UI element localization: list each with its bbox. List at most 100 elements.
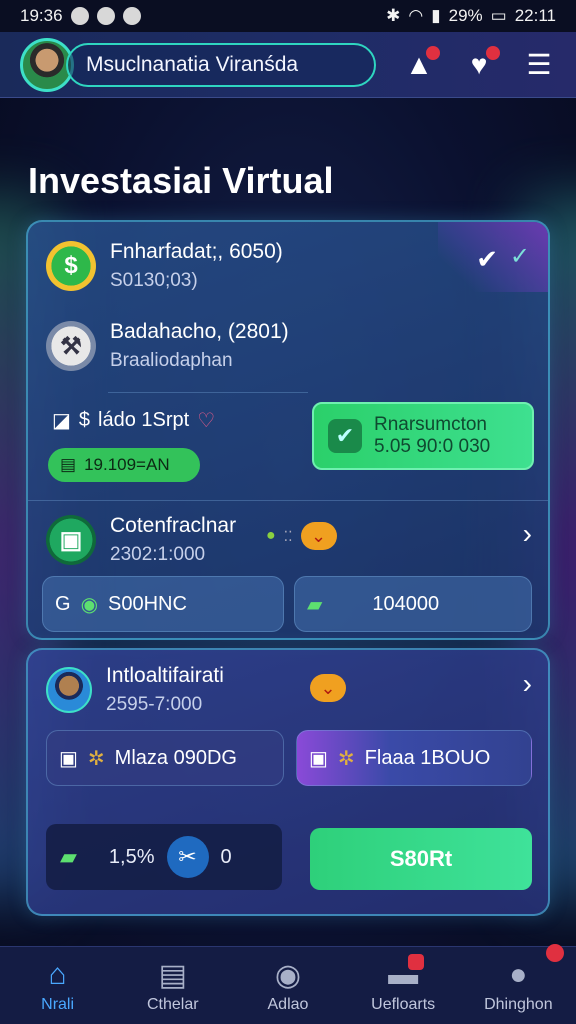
item-subtitle: Braaliodaphan [110,350,233,371]
profit-row: ◪ $ ládo 1Srpt ♡ [52,408,215,433]
tools-icon: ⚒ [46,321,96,371]
divider [28,500,548,501]
nav-item-profile[interactable]: ● Dhinghon [463,958,573,1014]
nav-label: Dhinghon [484,995,553,1013]
divider [108,392,308,393]
option-button[interactable]: ▣ ✲ Flaaa 1BOUO [296,730,532,786]
app-header: Msuclnanatia Viranśda ▲ ♥ ☰ [0,32,576,98]
option-button-label: Flaaa 1BOUO [364,746,491,769]
compass-icon: ◉ [274,958,302,992]
nav-item-home[interactable]: ⌂ Nrali [3,958,113,1014]
item-subtitle: S0130;03) [110,270,198,291]
item-title: Badahacho, (2801) [110,320,289,343]
page-title: Investasiai Virtual [28,160,334,201]
nav-label: Uefloarts [371,995,436,1013]
list-item[interactable]: ⚒ Badahacho, (2801) Braaliodaphan [46,320,289,372]
profit-pill[interactable]: ▤ 19.109=AN [48,448,200,482]
investment-card-secondary: Intloaltifairati 2595-7:000 ⌄ › ▣ ✲ Mlaz… [26,648,550,916]
notification-badge [426,45,440,60]
investment-card-primary: ✔ ✓ $ Fnharfadat;, 6050) S0130;03) ⚒ Bad… [26,220,550,640]
message-notification-icon [122,7,141,25]
bottom-nav: ⌂ Nrali ▤ Cthelar ◉ Adlao ▬ Uefloarts ● … [0,946,576,1024]
value-button[interactable]: ▰ 104000 [294,576,532,632]
value-button-label: 104000 [372,592,440,615]
amount-button[interactable]: G ◉ S00HNC [42,576,284,632]
dollar-coin-icon: $ [46,241,96,291]
status-clock: 22:11 [514,6,556,25]
location-pin-icon: ♥ [470,48,488,80]
chevron-down-icon[interactable]: ⌄ [300,522,337,550]
signal-icon: ▮ [431,6,441,25]
avatar [46,667,92,713]
document-icon: ▤ [158,958,187,992]
notification-button[interactable]: ▲ [402,45,440,82]
option-button[interactable]: ▣ ✲ Mlaza 090DG [46,730,284,786]
wallet-icon: ▤ [60,455,77,474]
nav-item-explore[interactable]: ◉ Adlao [233,958,343,1014]
gear-icon: ✲ [337,747,355,770]
battery-level: 29% [448,6,483,25]
dots-icon: ⁚⁚ [283,527,293,544]
list-item[interactable]: $ Fnharfadat;, 6050) S0130;03) [46,240,283,292]
location-badge [486,45,500,60]
return-card[interactable]: ✔ Rnarsumcton 5.05 90:0 030 [312,402,534,470]
wifi-icon: ◠ [408,6,424,25]
battery-icon: ▭ [490,6,507,25]
nav-label: Nrali [41,995,75,1013]
list-item[interactable]: ▣ Cotenfraclnar 2302:1:000 [46,514,236,566]
shield-check-icon: ✔ [328,419,362,453]
nav-item-messages[interactable]: ▬ Uefloarts [348,953,458,1014]
profit-label: ládo 1Srpt [98,409,190,431]
return-label: Rnarsumcton [374,414,487,435]
box-icon: ▣ [59,747,78,770]
item-title: Fnharfadat;, 6050) [110,240,283,263]
action-button[interactable]: S80Rt [310,828,532,890]
location-button[interactable]: ♥ [462,45,500,82]
status-bar: 19:36 ✱ ◠ ▮ 29% ▭ 22:11 [0,0,576,32]
heart-icon[interactable]: ♡ [197,408,215,433]
ticket-icon: ▰ [60,844,77,869]
green-coin-icon: ◉ [80,593,99,616]
rate-value: 1,5% [108,845,155,868]
check-icon[interactable]: ✔ [476,244,498,275]
chat-notification-icon [96,7,115,25]
box-icon: ▣ [309,747,328,770]
home-icon: ⌂ [48,957,67,991]
rate-suffix: 0 [220,845,232,868]
user-name: Msuclnanatia Viranśda [86,52,299,76]
profit-pill-value: 19.109=AN [84,455,170,474]
ticket-icon: ▰ [307,593,323,616]
rate-panel: ▰ 1,5% ✂ 0 [46,824,282,890]
app-notification-icon [70,7,89,25]
option-button-label: Mlaza 090DG [114,746,237,769]
status-dot-icon: ● [266,527,276,544]
currency-icon: G [55,592,71,615]
chart-icon: ◪ [52,410,71,432]
notification-badge [408,953,425,970]
user-name-pill[interactable]: Msuclnanatia Viranśda [66,42,376,87]
bluetooth-icon: ✱ [386,6,401,25]
menu-button[interactable]: ☰ [522,48,556,82]
nav-item-documents[interactable]: ▤ Cthelar [118,958,228,1014]
item-title: Intloaltifairati [106,664,224,687]
chevron-right-icon[interactable]: › [523,668,532,700]
return-value: 5.05 90:0 030 [374,436,491,457]
dollar-icon: $ [78,409,91,431]
verified-icon[interactable]: ✓ [510,242,530,271]
hamburger-menu-icon: ☰ [526,49,552,80]
list-item[interactable]: Intloaltifairati 2595-7:000 [46,664,224,716]
notification-badge [546,944,564,962]
tools-icon[interactable]: ✂ [166,836,209,878]
item-subtitle: 2302:1:000 [110,544,206,565]
package-icon: ▣ [46,515,96,565]
item-subtitle: 2595-7:000 [106,694,203,715]
chevron-right-icon[interactable]: › [523,518,532,550]
chevron-down-icon[interactable]: ⌄ [310,674,346,702]
amount-button-label: S00HNC [108,592,187,615]
item-title: Cotenfraclnar [110,514,237,537]
nav-label: Cthelar [146,995,199,1013]
user-icon: ● [509,957,528,991]
nav-label: Adlao [267,995,309,1013]
gear-icon: ✲ [87,747,105,770]
status-time: 19:36 [20,6,63,25]
